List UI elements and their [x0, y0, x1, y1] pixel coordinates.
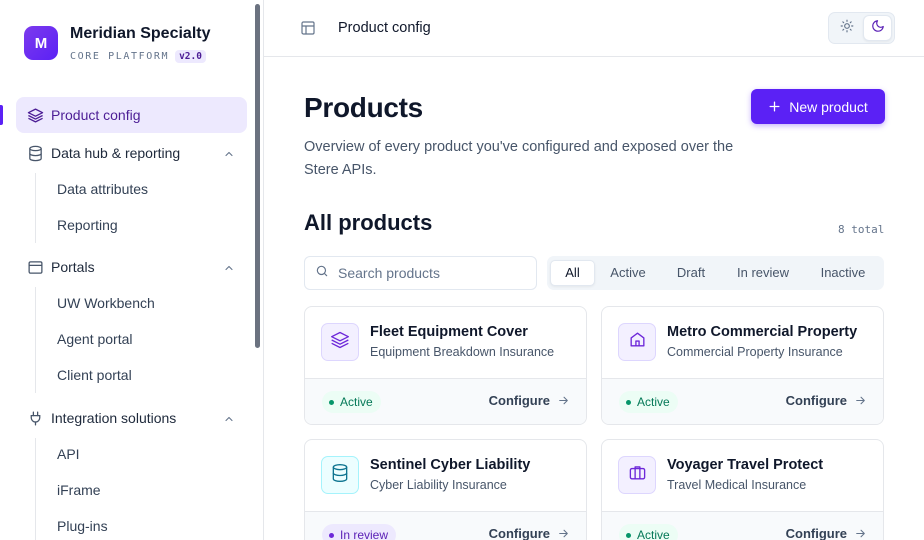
theme-toggle [828, 12, 895, 44]
layers-icon [26, 106, 44, 124]
arrow-right-icon [854, 394, 867, 407]
page-title: Products [304, 92, 423, 123]
plug-icon [26, 409, 44, 427]
brand-name: Meridian Specialty [70, 25, 211, 42]
sidebar-subitem-api[interactable]: API [57, 444, 80, 464]
sidebar-item-label: Product config [51, 107, 141, 123]
product-type: Travel Medical Insurance [667, 478, 807, 492]
search-box [304, 256, 537, 290]
new-product-label: New product [789, 98, 868, 115]
version-badge: v2.0 [175, 50, 206, 63]
product-type: Equipment Breakdown Insurance [370, 345, 555, 359]
sidebar-subitem-data-attributes[interactable]: Data attributes [57, 179, 148, 199]
search-icon [315, 264, 329, 283]
status-filter: All Active Draft In review Inactive [547, 256, 884, 290]
submenu-line [35, 287, 36, 393]
brand-platform: CORE PLATFORM [70, 51, 170, 62]
arrow-right-icon [854, 527, 867, 540]
sidebar-toggle-icon[interactable] [300, 20, 316, 41]
page-description: Overview of every product you've configu… [304, 139, 734, 178]
filter-in-review[interactable]: In review [728, 260, 798, 286]
submenu-line [35, 173, 36, 243]
layers-icon [330, 330, 350, 355]
arrow-right-icon [557, 394, 570, 407]
product-card[interactable]: Sentinel Cyber Liability Cyber Liability… [304, 439, 587, 540]
product-name: Sentinel Cyber Liability [370, 457, 531, 473]
sidebar-item-portals[interactable]: Portals [16, 249, 247, 285]
product-type: Commercial Property Insurance [667, 345, 843, 359]
sidebar-item-integration-solutions[interactable]: Integration solutions [16, 400, 247, 436]
topbar: Product config [264, 0, 924, 57]
sidebar-subitem-uw-workbench[interactable]: UW Workbench [57, 293, 155, 313]
sidebar-subitem-iframe[interactable]: iFrame [57, 480, 101, 500]
moon-icon [871, 19, 885, 38]
chevron-up-icon[interactable] [223, 261, 235, 277]
brand-logo: M [24, 26, 58, 60]
sidebar-item-label: Data hub & reporting [51, 145, 181, 161]
total-count: 8 total [838, 223, 885, 236]
product-thumbnail [321, 323, 359, 361]
sidebar-subitem-agent-portal[interactable]: Agent portal [57, 329, 133, 349]
sidebar-subitem-plug-ins[interactable]: Plug-ins [57, 516, 108, 536]
sidebar-subitem-reporting[interactable]: Reporting [57, 215, 118, 235]
product-card[interactable]: Fleet Equipment Cover Equipment Breakdow… [304, 306, 587, 425]
filter-active[interactable]: Active [602, 260, 654, 286]
breadcrumb: Product config [338, 20, 431, 36]
configure-link[interactable]: Configure [489, 526, 570, 540]
product-card[interactable]: Metro Commercial Property Commercial Pro… [601, 306, 884, 425]
dark-theme-button[interactable] [863, 15, 892, 41]
sidebar-item-data-hub[interactable]: Data hub & reporting [16, 135, 247, 171]
new-product-button[interactable]: New product [751, 89, 885, 124]
sidebar-scrollbar[interactable] [255, 4, 260, 348]
light-theme-button[interactable] [832, 15, 861, 41]
product-thumbnail [321, 456, 359, 494]
configure-link[interactable]: Configure [786, 393, 867, 408]
sidebar-subitem-client-portal[interactable]: Client portal [57, 365, 132, 385]
product-thumbnail [618, 323, 656, 361]
filter-inactive[interactable]: Inactive [812, 260, 874, 286]
product-card[interactable]: Voyager Travel Protect Travel Medical In… [601, 439, 884, 540]
product-name: Voyager Travel Protect [667, 457, 824, 473]
configure-link[interactable]: Configure [489, 393, 570, 408]
sidebar: M Meridian Specialty CORE PLATFORM v2.0 … [0, 0, 264, 540]
brand: M Meridian Specialty CORE PLATFORM v2.0 [24, 24, 211, 63]
building-icon [628, 330, 647, 354]
arrow-right-icon [557, 527, 570, 540]
sun-icon [840, 19, 854, 38]
product-name: Fleet Equipment Cover [370, 324, 528, 340]
status-badge: Active [619, 391, 678, 413]
plus-icon [768, 100, 781, 113]
database-icon [26, 144, 44, 162]
sidebar-item-label: Integration solutions [51, 410, 177, 426]
configure-link[interactable]: Configure [786, 526, 867, 540]
active-indicator [0, 105, 3, 125]
chevron-up-icon[interactable] [223, 147, 235, 163]
search-input[interactable] [338, 265, 518, 281]
chevron-up-icon[interactable] [223, 412, 235, 428]
sidebar-item-label: Portals [51, 259, 95, 275]
filter-draft[interactable]: Draft [667, 260, 715, 286]
submenu-line [35, 438, 36, 540]
database-icon [330, 463, 350, 488]
briefcase-icon [628, 463, 647, 487]
status-badge: In review [322, 524, 397, 540]
filter-all[interactable]: All [550, 260, 595, 286]
sidebar-item-product-config[interactable]: Product config [16, 97, 247, 133]
status-badge: Active [619, 524, 678, 540]
product-name: Metro Commercial Property [667, 324, 858, 340]
section-title: All products [304, 210, 433, 235]
browser-window-icon [26, 258, 44, 276]
product-thumbnail [618, 456, 656, 494]
product-type: Cyber Liability Insurance [370, 478, 507, 492]
status-badge: Active [322, 391, 381, 413]
